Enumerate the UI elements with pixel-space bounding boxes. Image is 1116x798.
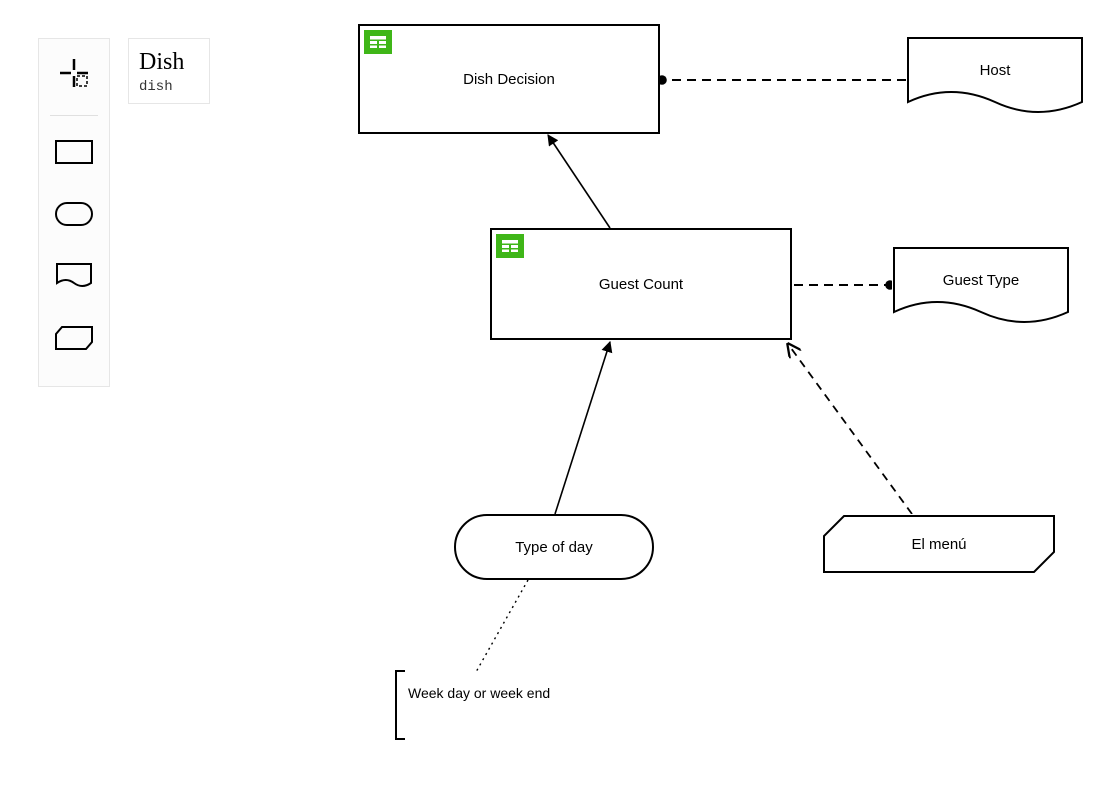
node-guest-count[interactable]: Guest Count xyxy=(490,228,792,340)
diagram-canvas[interactable]: Dish Decision Guest Count Host Guest Typ… xyxy=(0,0,1116,798)
annotation-label: Week day or week end xyxy=(408,685,550,701)
node-label: El menú xyxy=(911,536,966,553)
node-label: Dish Decision xyxy=(463,71,555,88)
node-label: Guest Type xyxy=(943,272,1019,289)
annotation-bracket xyxy=(395,670,405,740)
node-label: Host xyxy=(980,62,1011,79)
edge-menu-to-guestcount[interactable] xyxy=(788,344,912,514)
node-label: Guest Count xyxy=(599,276,683,293)
node-type-of-day[interactable]: Type of day xyxy=(454,514,654,580)
node-label: Type of day xyxy=(515,539,593,556)
edge-guestcount-to-dishdecision[interactable] xyxy=(548,135,610,228)
edge-annotation-to-typeofday[interactable] xyxy=(476,580,528,672)
annotation-text[interactable]: Week day or week end xyxy=(408,684,568,702)
node-guest-type[interactable]: Guest Type xyxy=(892,246,1070,330)
node-host[interactable]: Host xyxy=(906,36,1084,120)
edge-typeofday-to-guestcount[interactable] xyxy=(555,342,610,514)
node-dish-decision[interactable]: Dish Decision xyxy=(358,24,660,134)
table-badge-icon xyxy=(364,30,392,54)
table-badge-icon xyxy=(496,234,524,258)
node-menu[interactable]: El menú xyxy=(822,514,1056,574)
